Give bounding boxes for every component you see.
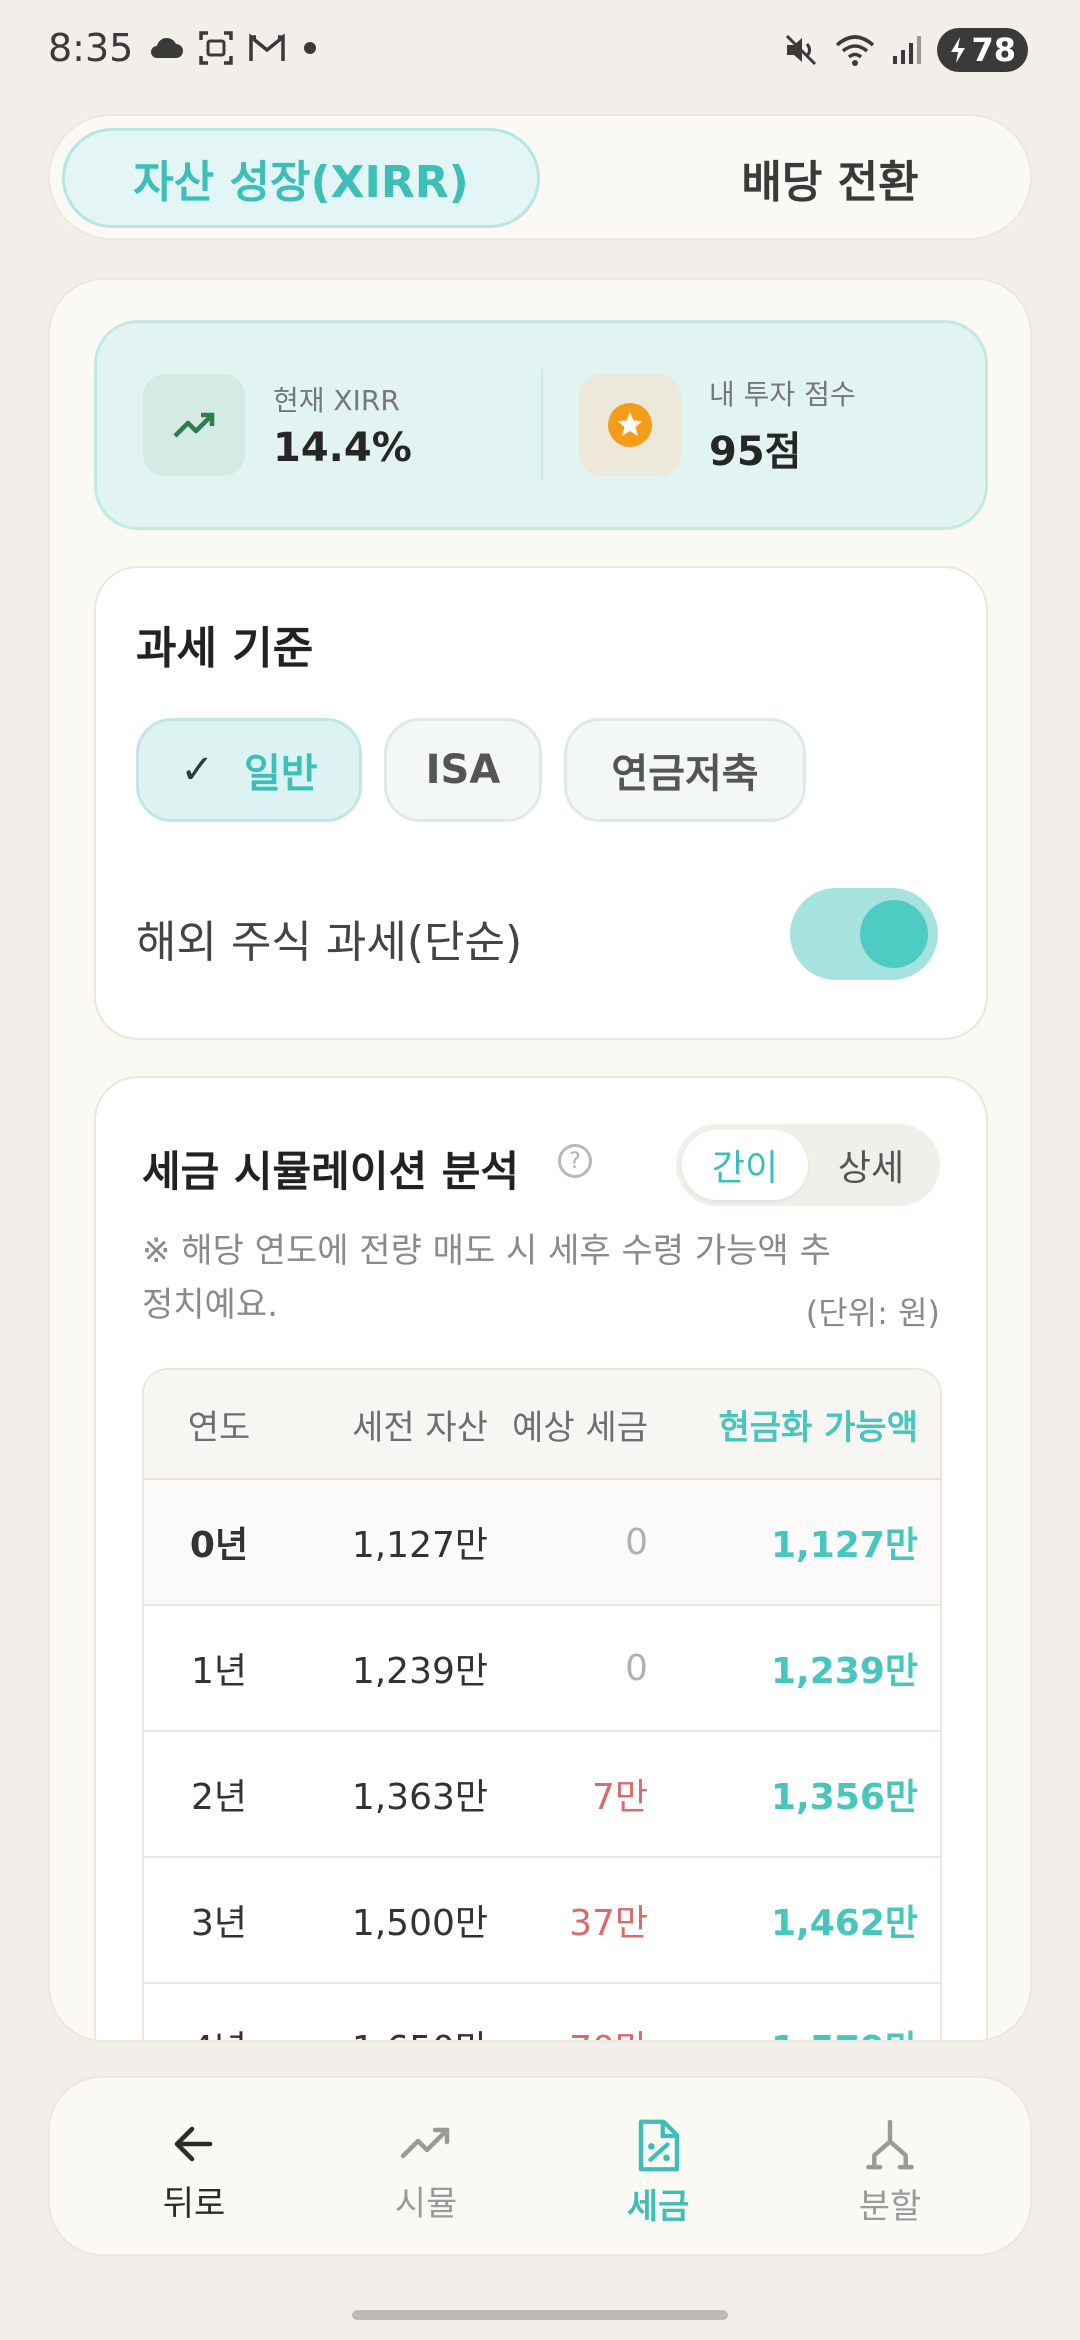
nav-simulation-label: 시뮬 <box>394 2184 458 2224</box>
table-row: 3년 1,500만 37만 1,462만 <box>144 1858 940 1984</box>
dot-icon <box>304 42 316 54</box>
help-icon[interactable]: ? <box>558 1144 592 1178</box>
cell-pre-tax: 1,127만 <box>351 1525 488 1566</box>
score-label: 내 투자 점수 <box>709 378 856 411</box>
nav-split-label: 분할 <box>858 2187 922 2227</box>
nav-tax[interactable]: 세금 <box>568 2118 748 2228</box>
tax-simulation-card: 세금 시뮬레이션 분석 ? 간이 상세 ※ 해당 연도에 전량 매도 시 세후 … <box>94 1076 988 2040</box>
xirr-value: 14.4% <box>273 425 412 471</box>
gmail-icon <box>249 33 285 61</box>
cell-cash: 1,239만 <box>771 1651 918 1692</box>
wifi-icon <box>836 35 875 66</box>
unit-note: (단위: 원) <box>805 1294 940 1332</box>
status-left-icons <box>148 30 320 66</box>
trending-up-icon <box>400 2127 450 2159</box>
view-mode-toggle: 간이 상세 <box>676 1124 940 1206</box>
cell-cash: 1,579만 <box>648 1984 918 2040</box>
chip-pension-label: 연금저축 <box>611 751 759 797</box>
chip-general-label: 일반 <box>243 751 318 797</box>
screenshot-icon <box>199 31 233 65</box>
cell-year: 2년 <box>190 1777 248 1818</box>
cell-pre-tax: 1,650만 <box>294 1984 488 2040</box>
simulation-note: ※ 해당 연도에 전량 매도 시 세후 수령 가능액 추정치예요. <box>142 1231 831 1325</box>
cell-cash: 1,356만 <box>771 1777 918 1818</box>
battery-icon: 78 <box>937 28 1028 72</box>
battery-level: 78 <box>971 31 1016 69</box>
simulation-title: 세금 시뮬레이션 분석 <box>142 1147 520 1196</box>
tab-asset-growth[interactable]: 자산 성장(XIRR) <box>62 128 540 228</box>
tax-basis-card: 과세 기준 ✓ 일반 ISA 연금저축 해외 주식 과세(단순) <box>94 566 988 1040</box>
chip-pension[interactable]: 연금저축 <box>564 718 806 822</box>
tab-dividend-switch[interactable]: 배당 전환 <box>590 128 1070 228</box>
header-tax: 예상 세금 <box>512 1407 648 1448</box>
trending-up-icon <box>143 374 245 476</box>
nav-back-label: 뒤로 <box>162 2184 226 2224</box>
bottom-nav: 뒤로 시뮬 세금 분할 <box>48 2076 1032 2256</box>
split-icon <box>866 2119 914 2170</box>
cell-pre-tax: 1,500만 <box>351 1903 488 1944</box>
cell-tax: 7만 <box>591 1777 648 1818</box>
nav-simulation[interactable]: 시뮬 <box>336 2118 516 2228</box>
header-year: 연도 <box>187 1407 251 1448</box>
cell-tax: 0 <box>625 1647 648 1689</box>
table-row: 1년 1,239만 0 1,239만 <box>144 1606 940 1732</box>
cell-cash: 1,127만 <box>771 1525 918 1566</box>
tax-basis-title: 과세 기준 <box>136 623 314 674</box>
chip-general[interactable]: ✓ 일반 <box>136 718 362 822</box>
mode-simple-button[interactable]: 간이 <box>682 1130 808 1200</box>
score-value: 95점 <box>709 429 802 475</box>
screen: 8:35 78 자산 성장(XIRR) 배당 전환 현재 XIRR 14.4% … <box>0 0 1080 2340</box>
cell-tax: 37만 <box>569 1903 648 1944</box>
xirr-label: 현재 XIRR <box>273 384 400 417</box>
header-pre-tax: 세전 자산 <box>352 1407 488 1448</box>
tax-document-icon <box>638 2119 680 2172</box>
nav-tax-label: 세금 <box>626 2187 690 2227</box>
table-row: 2년 1,363만 7만 1,356만 <box>144 1732 940 1858</box>
stats-summary-card: 현재 XIRR 14.4% 내 투자 점수 95점 <box>94 320 988 530</box>
nav-split[interactable]: 분할 <box>800 2118 980 2228</box>
mode-detail-button[interactable]: 상세 <box>808 1130 934 1200</box>
signal-icon <box>893 36 922 64</box>
mode-segment-control: 자산 성장(XIRR) 배당 전환 <box>48 114 1032 240</box>
cell-cash: 1,462만 <box>771 1903 918 1944</box>
cloud-icon <box>151 37 183 58</box>
arrow-left-icon <box>174 2126 213 2162</box>
status-time: 8:35 <box>48 26 134 70</box>
cell-year: 3년 <box>190 1903 248 1944</box>
header-cash: 현금화 가능액 <box>718 1407 918 1448</box>
foreign-tax-label: 해외 주식 과세(단순) <box>136 917 523 968</box>
stats-divider <box>541 369 543 481</box>
score-stat: 내 투자 점수 95점 <box>579 373 856 477</box>
cell-pre-tax: 1,363만 <box>351 1777 488 1818</box>
cell-pre-tax: 1,239만 <box>351 1651 488 1692</box>
status-right-icons: 78 <box>783 28 1028 72</box>
xirr-stat: 현재 XIRR 14.4% <box>143 373 412 477</box>
main-card: 현재 XIRR 14.4% 내 투자 점수 95점 과세 기준 ✓ 일반 ISA… <box>48 278 1032 2042</box>
cell-year: 0년 <box>189 1525 249 1566</box>
cell-tax: 0 <box>625 1521 648 1563</box>
status-bar: 8:35 78 <box>0 0 1080 100</box>
star-badge-icon <box>579 374 681 476</box>
foreign-tax-toggle[interactable] <box>790 888 938 980</box>
mute-icon <box>786 34 817 66</box>
cell-year: 1년 <box>190 1651 248 1692</box>
table-row: 4년 1,650만 70만 1,579만 <box>144 1984 940 2040</box>
toggle-knob <box>860 900 928 968</box>
simulation-table: 연도 세전 자산 예상 세금 현금화 가능액 0년 1,127만 0 1,127… <box>142 1368 942 2040</box>
check-icon: ✓ <box>180 747 214 793</box>
cell-year: 4년 <box>144 1984 294 2040</box>
nav-back[interactable]: 뒤로 <box>104 2118 284 2228</box>
table-row: 0년 1,127만 0 1,127만 <box>144 1480 940 1606</box>
table-header: 연도 세전 자산 예상 세금 현금화 가능액 <box>144 1370 940 1480</box>
home-indicator[interactable] <box>352 2310 728 2320</box>
chip-isa[interactable]: ISA <box>384 718 542 822</box>
chip-isa-label: ISA <box>425 747 501 793</box>
cell-tax: 70만 <box>488 1984 648 2040</box>
